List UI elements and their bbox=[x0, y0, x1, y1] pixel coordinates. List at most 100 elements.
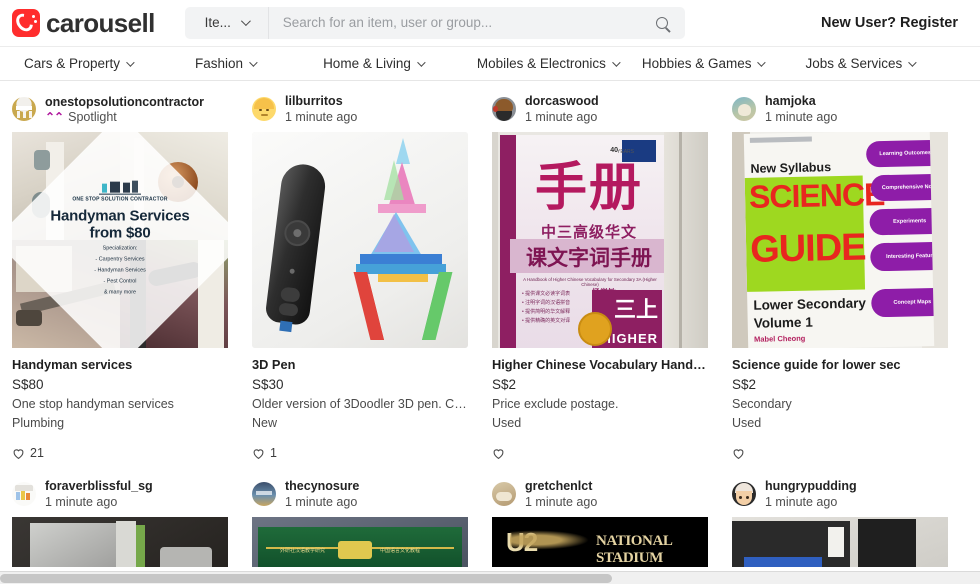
listing-description: One stop handyman services bbox=[12, 397, 174, 411]
cover-volume: Volume 1 bbox=[753, 314, 813, 331]
listing-time: 1 minute ago bbox=[765, 494, 838, 509]
listing-card[interactable]: thecynosure 1 minute ago 外研社汉语教学研究 中国语言文… bbox=[240, 466, 480, 567]
listing-time: 1 minute ago bbox=[45, 494, 118, 509]
seller-header[interactable]: hamjoka 1 minute ago bbox=[732, 92, 948, 126]
listing-image[interactable]: ONE STOP SOLUTION CONTRACTOR Handyman Se… bbox=[12, 132, 228, 348]
chevron-down-icon bbox=[417, 57, 426, 67]
listing-image[interactable]: 40 YEARS 手册 中三高级华文 课文字词手册 A Handbook of … bbox=[492, 132, 708, 348]
seller-header[interactable]: dorcaswood 1 minute ago bbox=[492, 92, 708, 126]
carousell-wordmark: carousell bbox=[46, 7, 155, 38]
nav-item-mobiles-electronics[interactable]: Mobiles & Electronics bbox=[476, 56, 621, 71]
like-button[interactable]: 1 bbox=[252, 444, 468, 462]
listing-title: Higher Chinese Vocabulary Handbook bbox=[492, 357, 708, 372]
category-nav: Cars & Property Fashion Home & Living Mo… bbox=[0, 46, 980, 81]
nav-item-home-living[interactable]: Home & Living bbox=[323, 56, 426, 71]
listing-description: Older version of 3Doodler 3D pen. Co... bbox=[252, 397, 468, 411]
like-count: 1 bbox=[270, 446, 277, 460]
nav-label: Fashion bbox=[195, 56, 244, 71]
register-link[interactable]: New User? Register bbox=[821, 15, 958, 31]
listing-card[interactable]: foraverblissful_sg 1 minute ago bbox=[0, 466, 240, 567]
search-type-dropdown[interactable]: Ite... bbox=[185, 6, 269, 39]
horizontal-scrollbar[interactable] bbox=[0, 571, 980, 584]
nav-item-cars-property[interactable]: Cars & Property bbox=[24, 56, 135, 71]
listing-card[interactable]: onestopsolutioncontractor ⌃⌃ Spotlight O… bbox=[0, 81, 240, 462]
listing-image[interactable]: New Syllabus SCIENCE GUIDE Lower Seconda… bbox=[732, 132, 948, 348]
overlay-sub-3: - Pest Control bbox=[103, 278, 137, 285]
listing-image[interactable]: 外研社汉语教学研究 中国语言文化教程 bbox=[252, 517, 468, 567]
cover-title-cn: 手册 bbox=[534, 159, 643, 217]
like-button[interactable] bbox=[492, 444, 708, 462]
like-count: 21 bbox=[30, 446, 44, 460]
search-bar: Ite... bbox=[184, 6, 685, 39]
seller-header[interactable]: gretchenlct 1 minute ago bbox=[492, 477, 708, 511]
seller-name: gretchenlct bbox=[525, 478, 593, 493]
nav-item-fashion[interactable]: Fashion bbox=[195, 56, 258, 71]
listing-info: Science guide for lower sec S$2 Secondar… bbox=[732, 348, 948, 462]
carousell-page: carousell Ite... New User? Register Cars… bbox=[0, 0, 980, 584]
avatar bbox=[492, 482, 516, 506]
search-type-label: Ite... bbox=[204, 15, 231, 30]
listing-row: foraverblissful_sg 1 minute ago thecynos… bbox=[0, 466, 980, 567]
cover-volume-cn: 三上 bbox=[613, 297, 658, 322]
avatar bbox=[492, 97, 516, 121]
chevron-down-icon bbox=[126, 57, 135, 67]
carousell-logo-icon bbox=[12, 8, 40, 37]
cover-line-cn: 课文字词手册 bbox=[526, 247, 652, 270]
listing-card[interactable]: dorcaswood 1 minute ago 40 YEARS 手册 中三高级… bbox=[480, 81, 720, 462]
overlay-heading: Handyman Services bbox=[50, 207, 190, 225]
listing-price: S$2 bbox=[732, 377, 757, 392]
seller-name: foraverblissful_sg bbox=[45, 478, 153, 493]
cover-en-subtitle: A Handbook of Higher Chinese Vocabulary … bbox=[523, 277, 657, 287]
spotlight-badge: ⌃⌃ Spotlight bbox=[45, 110, 204, 124]
avatar bbox=[732, 97, 756, 121]
nav-item-jobs-services[interactable]: Jobs & Services bbox=[805, 56, 917, 71]
cover-science: SCIENCE bbox=[748, 176, 885, 215]
listing-card[interactable]: hungrypudding 1 minute ago bbox=[720, 466, 960, 567]
seller-header[interactable]: onestopsolutioncontractor ⌃⌃ Spotlight bbox=[12, 92, 228, 126]
seller-header[interactable]: thecynosure 1 minute ago bbox=[252, 477, 468, 511]
listing-time: 1 minute ago bbox=[525, 494, 598, 509]
listing-condition: Plumbing bbox=[12, 416, 65, 430]
like-button[interactable] bbox=[732, 444, 948, 462]
avatar bbox=[12, 97, 36, 121]
listing-price: S$80 bbox=[12, 377, 44, 392]
listing-card[interactable]: gretchenlct 1 minute ago U2 NATIONAL STA… bbox=[480, 466, 720, 567]
listing-image[interactable]: U2 NATIONAL STADIUM bbox=[492, 517, 708, 567]
listing-row: onestopsolutioncontractor ⌃⌃ Spotlight O… bbox=[0, 81, 980, 462]
listing-card[interactable]: lilburritos 1 minute ago 3D Pen S$30 Old… bbox=[240, 81, 480, 462]
listing-condition: Used bbox=[732, 416, 762, 430]
listing-image[interactable] bbox=[12, 517, 228, 567]
listing-price: S$2 bbox=[492, 377, 517, 392]
listing-description: Secondary bbox=[732, 397, 792, 411]
cover-new-syllabus: New Syllabus bbox=[750, 160, 832, 176]
spotlight-icon: ⌃⌃ bbox=[45, 109, 64, 124]
search-input[interactable] bbox=[268, 6, 639, 39]
like-button[interactable]: 21 bbox=[12, 444, 228, 462]
search-button[interactable] bbox=[639, 7, 685, 39]
seller-name: onestopsolutioncontractor bbox=[45, 94, 205, 109]
cover-bubble-1: Comprehensive Notes bbox=[881, 183, 935, 191]
heart-icon bbox=[12, 447, 25, 460]
overlay-sub-0: Specialization: bbox=[102, 245, 138, 252]
site-header: carousell Ite... New User? Register bbox=[0, 0, 980, 46]
seller-header[interactable]: foraverblissful_sg 1 minute ago bbox=[12, 477, 228, 511]
scrollbar-thumb[interactable] bbox=[0, 574, 612, 583]
seller-header[interactable]: hungrypudding 1 minute ago bbox=[732, 477, 948, 511]
cover-author: Mabel Cheong bbox=[753, 333, 806, 344]
listing-card[interactable]: hamjoka 1 minute ago New Syllabus SCIENC… bbox=[720, 81, 960, 462]
listing-time: 1 minute ago bbox=[525, 109, 598, 124]
overlay-sub-4: & many more bbox=[103, 289, 137, 296]
nav-item-hobbies-games[interactable]: Hobbies & Games bbox=[642, 56, 767, 71]
image-overlay-text: ONE STOP SOLUTION CONTRACTOR Handyman Se… bbox=[12, 179, 228, 297]
cover-lower-secondary: Lower Secondary bbox=[753, 295, 867, 313]
listing-image[interactable] bbox=[252, 132, 468, 348]
carousell-logo[interactable]: carousell bbox=[12, 7, 155, 38]
seller-header[interactable]: lilburritos 1 minute ago bbox=[252, 92, 468, 126]
listing-time: 1 minute ago bbox=[285, 494, 358, 509]
overlay-sub-2: - Handyman Services bbox=[94, 267, 146, 274]
avatar bbox=[12, 482, 36, 506]
listing-image[interactable] bbox=[732, 517, 948, 567]
listing-title: Handyman services bbox=[12, 357, 133, 372]
nav-label: Mobiles & Electronics bbox=[476, 56, 606, 71]
overlay-logo-text: ONE STOP SOLUTION CONTRACTOR bbox=[72, 196, 168, 203]
